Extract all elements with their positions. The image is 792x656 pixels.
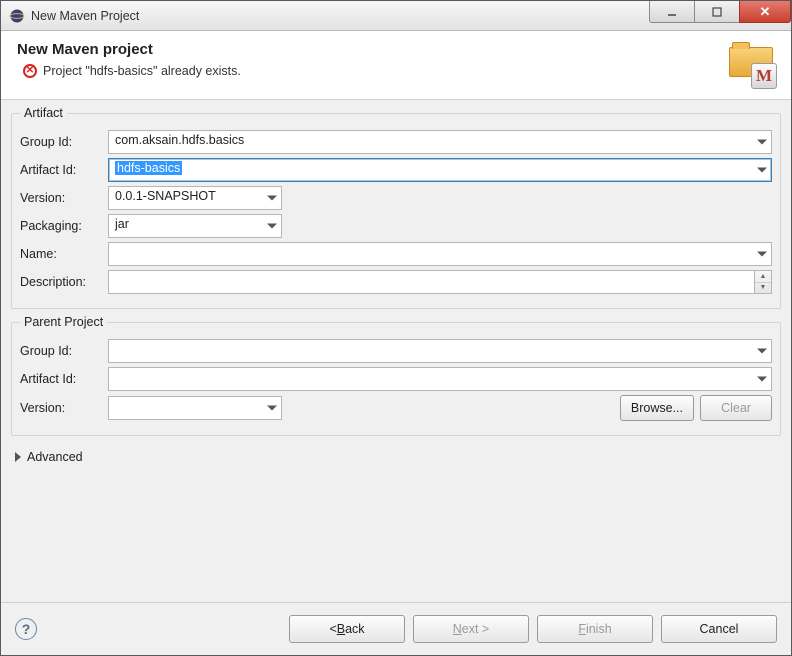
advanced-label: Advanced [27, 450, 83, 464]
name-label: Name: [20, 247, 102, 261]
error-icon: ✕ [23, 64, 37, 78]
parent-group-id-label: Group Id: [20, 344, 102, 358]
dialog-window: New Maven Project ✕ New Maven project ✕ … [0, 0, 792, 656]
parent-project-group: Parent Project Group Id: Artifact Id: Ve… [11, 315, 781, 436]
eclipse-icon [9, 8, 25, 24]
parent-artifact-id-label: Artifact Id: [20, 372, 102, 386]
next-button[interactable]: Next > [413, 615, 529, 643]
maximize-button[interactable] [694, 1, 740, 23]
wizard-body: Artifact Group Id: com.aksain.hdfs.basic… [1, 100, 791, 602]
version-combo[interactable]: 0.0.1-SNAPSHOT [108, 186, 282, 210]
page-title: New Maven project [17, 41, 727, 58]
parent-group-id-combo[interactable] [108, 339, 772, 363]
maven-wizard-icon: M [727, 43, 775, 87]
artifact-id-combo[interactable]: hdfs-basics [108, 158, 772, 182]
chevron-down-icon [267, 406, 277, 411]
window-controls: ✕ [650, 1, 791, 30]
chevron-down-icon [757, 252, 767, 257]
minimize-button[interactable] [649, 1, 695, 23]
spin-down-icon: ▼ [755, 283, 771, 294]
artifact-id-label: Artifact Id: [20, 163, 102, 177]
cancel-button[interactable]: Cancel [661, 615, 777, 643]
group-id-combo[interactable]: com.aksain.hdfs.basics [108, 130, 772, 154]
close-button[interactable]: ✕ [739, 1, 791, 23]
description-spinner[interactable]: ▲ ▼ [754, 270, 772, 294]
parent-artifact-id-combo[interactable] [108, 367, 772, 391]
chevron-down-icon [267, 224, 277, 229]
chevron-down-icon [267, 196, 277, 201]
browse-button[interactable]: Browse... [620, 395, 694, 421]
description-label: Description: [20, 275, 102, 289]
version-label: Version: [20, 191, 102, 205]
description-field[interactable] [108, 270, 754, 294]
chevron-down-icon [757, 140, 767, 145]
group-id-label: Group Id: [20, 135, 102, 149]
parent-legend: Parent Project [20, 315, 107, 329]
artifact-legend: Artifact [20, 106, 67, 120]
back-button[interactable]: < Back [289, 615, 405, 643]
chevron-down-icon [757, 168, 767, 173]
wizard-footer: ? < Back Next > Finish Cancel [1, 602, 791, 655]
artifact-group: Artifact Group Id: com.aksain.hdfs.basic… [11, 106, 781, 309]
parent-version-label: Version: [20, 401, 102, 415]
spin-up-icon: ▲ [755, 271, 771, 283]
error-message: Project "hdfs-basics" already exists. [43, 64, 241, 78]
clear-button[interactable]: Clear [700, 395, 772, 421]
chevron-down-icon [757, 349, 767, 354]
window-title: New Maven Project [31, 9, 650, 23]
expand-icon [15, 452, 21, 462]
finish-button[interactable]: Finish [537, 615, 653, 643]
advanced-expander[interactable]: Advanced [11, 442, 781, 472]
name-combo[interactable] [108, 242, 772, 266]
titlebar[interactable]: New Maven Project ✕ [1, 1, 791, 31]
parent-version-combo[interactable] [108, 396, 282, 420]
packaging-combo[interactable]: jar [108, 214, 282, 238]
chevron-down-icon [757, 377, 767, 382]
help-button[interactable]: ? [15, 618, 37, 640]
wizard-banner: New Maven project ✕ Project "hdfs-basics… [1, 31, 791, 100]
packaging-label: Packaging: [20, 219, 102, 233]
